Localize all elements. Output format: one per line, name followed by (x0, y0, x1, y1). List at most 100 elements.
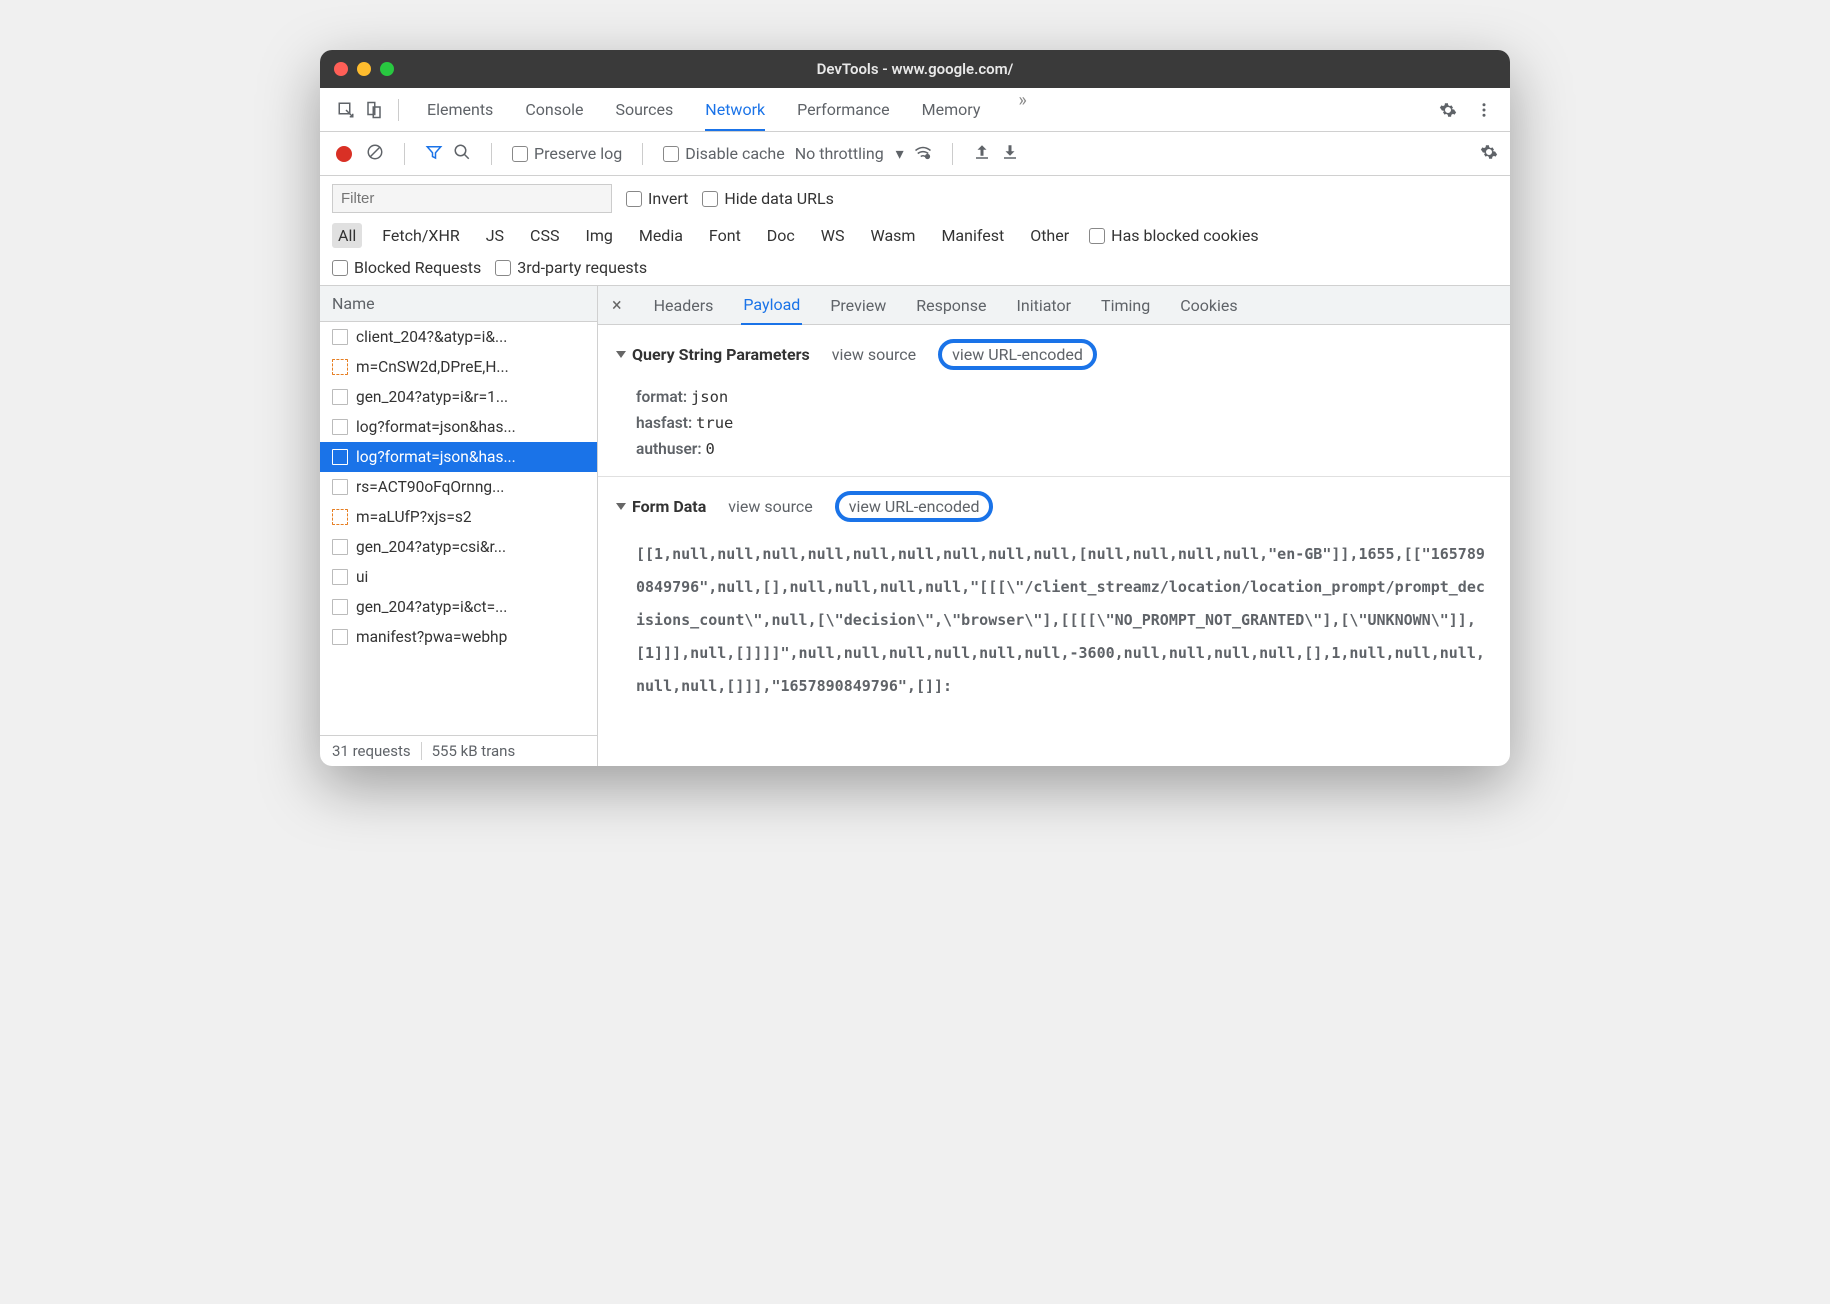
view-url-encoded-link[interactable]: view URL-encoded (938, 339, 1097, 370)
network-content: Name client_204?&atyp=i&...m=CnSW2d,DPre… (320, 286, 1510, 766)
hide-data-urls-checkbox[interactable]: Hide data URLs (702, 189, 834, 208)
tab-elements[interactable]: Elements (427, 90, 493, 130)
filter-type-css[interactable]: CSS (524, 223, 565, 248)
param-key: hasfast: (636, 414, 696, 432)
filter-type-ws[interactable]: WS (815, 223, 851, 248)
file-icon (332, 419, 348, 435)
dtab-response[interactable]: Response (914, 287, 988, 324)
request-count: 31 requests (332, 742, 422, 760)
section-divider (598, 476, 1510, 477)
request-name: rs=ACT90oFqOrnng... (356, 478, 504, 496)
form-data-toggle[interactable]: Form Data (616, 497, 706, 516)
has-blocked-cookies-checkbox[interactable]: Has blocked cookies (1089, 226, 1259, 245)
filter-type-img[interactable]: Img (579, 223, 618, 248)
dtab-payload[interactable]: Payload (741, 286, 802, 325)
dtab-headers[interactable]: Headers (652, 287, 716, 324)
request-row[interactable]: m=aLUfP?xjs=s2 (320, 502, 597, 532)
upload-icon[interactable] (973, 143, 991, 165)
request-row[interactable]: m=CnSW2d,DPreE,H... (320, 352, 597, 382)
dtab-initiator[interactable]: Initiator (1015, 287, 1074, 324)
request-list-footer: 31 requests 555 kB trans (320, 735, 597, 766)
chevron-down-icon (616, 351, 626, 358)
request-list-body: client_204?&atyp=i&...m=CnSW2d,DPreE,H..… (320, 322, 597, 735)
titlebar: DevTools - www.google.com/ (320, 50, 1510, 88)
param-key: authuser: (636, 440, 705, 458)
maximize-window-button[interactable] (380, 62, 394, 76)
file-icon (332, 539, 348, 555)
disable-cache-label: Disable cache (685, 144, 784, 163)
request-name: m=aLUfP?xjs=s2 (356, 508, 472, 526)
request-list-header[interactable]: Name (320, 286, 597, 322)
view-source-link[interactable]: view source (832, 345, 916, 364)
filter-type-wasm[interactable]: Wasm (865, 223, 922, 248)
detail-body: Query String Parameters view source view… (598, 325, 1510, 766)
kebab-menu-icon[interactable] (1470, 96, 1498, 124)
transfer-size: 555 kB trans (432, 742, 516, 760)
network-conditions-icon[interactable] (914, 143, 932, 165)
select-element-icon[interactable] (332, 96, 360, 124)
filter-type-other[interactable]: Other (1024, 223, 1075, 248)
request-row[interactable]: gen_204?atyp=csi&r... (320, 532, 597, 562)
dtab-timing[interactable]: Timing (1099, 287, 1152, 324)
form-data-section-header: Form Data view source view URL-encoded (616, 491, 1492, 528)
filter-type-font[interactable]: Font (703, 223, 747, 248)
preserve-log-label: Preserve log (534, 144, 622, 163)
throttling-select[interactable]: No throttling ▾ (795, 144, 904, 163)
more-tabs-icon[interactable]: » (1012, 90, 1032, 130)
query-string-toggle[interactable]: Query String Parameters (616, 345, 810, 364)
filter-type-media[interactable]: Media (633, 223, 689, 248)
param-key: format: (636, 388, 691, 406)
filter-type-all[interactable]: All (332, 223, 362, 248)
request-row[interactable]: gen_204?atyp=i&r=1... (320, 382, 597, 412)
dtab-preview[interactable]: Preview (828, 287, 888, 324)
filter-type-fetch[interactable]: Fetch/XHR (376, 223, 466, 248)
device-toolbar-icon[interactable] (360, 96, 388, 124)
dtab-cookies[interactable]: Cookies (1178, 287, 1239, 324)
settings-icon[interactable] (1434, 96, 1462, 124)
filter-input[interactable] (332, 184, 612, 213)
minimize-window-button[interactable] (357, 62, 371, 76)
view-url-encoded-link-2[interactable]: view URL-encoded (835, 491, 994, 522)
search-icon[interactable] (453, 143, 471, 165)
tab-memory[interactable]: Memory (922, 90, 981, 130)
filter-type-manifest[interactable]: Manifest (935, 223, 1010, 248)
file-icon (332, 569, 348, 585)
request-row[interactable]: client_204?&atyp=i&... (320, 322, 597, 352)
request-row[interactable]: log?format=json&has... (320, 442, 597, 472)
close-window-button[interactable] (334, 62, 348, 76)
param-value: 0 (705, 440, 714, 458)
view-source-link-2[interactable]: view source (728, 497, 812, 516)
tab-performance[interactable]: Performance (797, 90, 890, 130)
record-icon[interactable] (336, 146, 352, 162)
file-icon (332, 599, 348, 615)
query-string-params: format: jsonhasfast: trueauthuser: 0 (636, 384, 1492, 462)
request-row[interactable]: gen_204?atyp=i&ct=... (320, 592, 597, 622)
request-row[interactable]: rs=ACT90oFqOrnng... (320, 472, 597, 502)
request-row[interactable]: log?format=json&has... (320, 412, 597, 442)
file-icon (332, 479, 348, 495)
disable-cache-checkbox[interactable]: Disable cache (663, 144, 784, 163)
detail-tab-bar: × Headers Payload Preview Response Initi… (598, 286, 1510, 325)
filter-type-doc[interactable]: Doc (761, 223, 801, 248)
detail-panel: × Headers Payload Preview Response Initi… (598, 286, 1510, 766)
filter-type-js[interactable]: JS (480, 223, 510, 248)
clear-icon[interactable] (366, 143, 384, 165)
network-toolbar: Preserve log Disable cache No throttling… (320, 132, 1510, 176)
tab-network[interactable]: Network (705, 90, 765, 131)
form-data-content: [[1,null,null,null,null,null,null,null,n… (636, 538, 1492, 703)
filter-icon[interactable] (425, 143, 443, 165)
blocked-requests-checkbox[interactable]: Blocked Requests (332, 258, 481, 277)
request-name: gen_204?atyp=csi&r... (356, 538, 506, 556)
third-party-checkbox[interactable]: 3rd-party requests (495, 258, 647, 277)
preserve-log-checkbox[interactable]: Preserve log (512, 144, 622, 163)
request-row[interactable]: manifest?pwa=webhp (320, 622, 597, 652)
invert-checkbox[interactable]: Invert (626, 189, 688, 208)
download-icon[interactable] (1001, 143, 1019, 165)
request-row[interactable]: ui (320, 562, 597, 592)
request-name: gen_204?atyp=i&ct=... (356, 598, 507, 616)
panel-settings-icon[interactable] (1480, 143, 1498, 165)
close-icon[interactable]: × (608, 287, 626, 324)
tab-sources[interactable]: Sources (615, 90, 673, 130)
tab-console[interactable]: Console (525, 90, 583, 130)
window-title: DevTools - www.google.com/ (334, 60, 1496, 78)
